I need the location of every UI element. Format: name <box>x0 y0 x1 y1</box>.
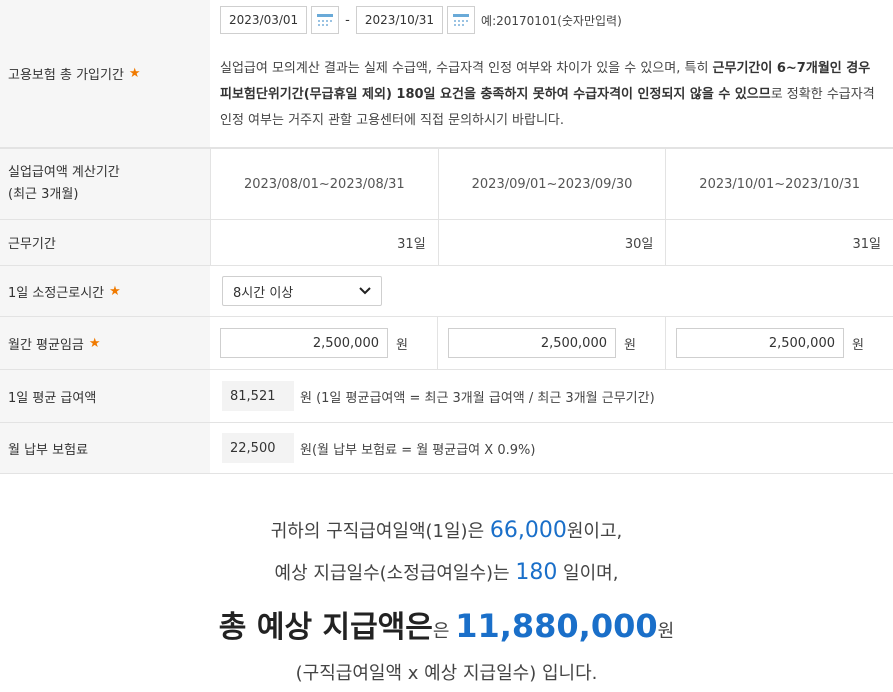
calc-period-row: 실업급여액 계산기간 (최근 3개월) 2023/08/01~2023/08/3… <box>0 148 893 220</box>
daily-benefit-amount: 66,000 <box>489 518 567 543</box>
daily-hours-content: 8시간 이상 <box>210 266 893 316</box>
monthly-premium-label: 월 납부 보험료 <box>0 423 210 473</box>
wage-cell: 2,500,000 원 <box>437 317 665 369</box>
result-line1-pre: 귀하의 구직급여일액(1일)은 <box>270 521 490 542</box>
daily-hours-selected: 8시간 이상 <box>233 285 294 301</box>
date-separator: - <box>345 12 350 28</box>
daily-avg-row: 1일 평균 급여액 81,521 원 (1일 평균급여액 = 최근 3개월 급여… <box>0 370 893 423</box>
required-mark: ★ <box>109 283 121 299</box>
monthly-wage-row: 월간 평균임금 ★ 2,500,000 원 2,500,000 원 2,500,… <box>0 317 893 370</box>
required-mark: ★ <box>128 66 141 81</box>
daily-avg-content: 81,521 원 (1일 평균급여액 = 최근 3개월 급여액 / 최근 3개월… <box>210 370 893 422</box>
calendar-icon[interactable] <box>311 6 340 34</box>
wage-cell: 2,500,000 원 <box>210 317 437 369</box>
period-cell: 2023/09/01~2023/09/30 <box>437 149 666 219</box>
daily-hours-label: 1일 소정근로시간 ★ <box>0 266 210 316</box>
wage-unit: 원 <box>624 337 636 353</box>
wage-input[interactable]: 2,500,000 <box>676 328 844 358</box>
result-summary: 귀하의 구직급여일액(1일)은 66,000원이고, 예상 지급일수(소정급여일… <box>0 474 893 692</box>
work-days-cell: 31일 <box>210 220 438 265</box>
result-line2-pre: 예상 지급일수(소정급여일수)는 <box>274 563 516 584</box>
wage-input[interactable]: 2,500,000 <box>220 328 388 358</box>
notice-text: 실업급여 모의계산 결과는 실제 수급액, 수급자격 인정 여부와 차이가 있을… <box>220 56 880 134</box>
result-line3: 총 예상 지급액은은 11,880,000원 <box>0 598 893 654</box>
payment-days: 180 <box>515 560 558 585</box>
result-line2-post: 일이며, <box>557 563 619 584</box>
work-days-cell: 31일 <box>665 220 893 265</box>
wage-input[interactable]: 2,500,000 <box>448 328 616 358</box>
work-days-cell: 30일 <box>437 220 666 265</box>
end-date-input[interactable]: 2023/10/31 <box>355 6 444 34</box>
calendar-icon[interactable] <box>447 6 476 34</box>
notice-part1: 실업급여 모의계산 결과는 실제 수급액, 수급자격 인정 여부와 차이가 있을… <box>220 61 713 76</box>
start-date-input[interactable]: 2023/03/01 <box>220 6 308 34</box>
insurance-period-content: 2023/03/01 - 2023/10/31 예:20170101(숫자만입력… <box>210 0 893 147</box>
wage-unit: 원 <box>396 337 408 353</box>
result-line2: 예상 지급일수(소정급여일수)는 180 일이며, <box>0 554 893 592</box>
daily-avg-label: 1일 평균 급여액 <box>0 370 210 422</box>
wage-cell: 2,500,000 원 <box>665 317 893 369</box>
result-line1: 귀하의 구직급여일액(1일)은 66,000원이고, <box>0 512 893 550</box>
date-example: 예:20170101(숫자만입력) <box>481 13 622 28</box>
period-cell: 2023/10/01~2023/10/31 <box>665 149 893 219</box>
work-days-row: 근무기간 31일 30일 31일 <box>0 220 893 266</box>
monthly-wage-label: 월간 평균임금 ★ <box>0 317 210 369</box>
calc-period-label: 실업급여액 계산기간 (최근 3개월) <box>0 149 210 219</box>
total-particle: 은 <box>432 621 456 642</box>
result-line1-post: 원이고, <box>566 521 623 542</box>
daily-avg-value: 81,521 <box>222 381 294 411</box>
insurance-period-row: 고용보험 총 가입기간 ★ 2023/03/01 - 2023/10/31 예:… <box>0 0 893 148</box>
monthly-premium-value: 22,500 <box>222 433 294 463</box>
daily-avg-desc: 원 (1일 평균급여액 = 최근 3개월 급여액 / 최근 3개월 근무기간) <box>300 390 655 406</box>
period-cell: 2023/08/01~2023/08/31 <box>210 149 438 219</box>
daily-hours-select[interactable]: 8시간 이상 <box>222 276 382 306</box>
date-range: 2023/03/01 - 2023/10/31 예:20170101(숫자만입력… <box>220 6 893 34</box>
daily-hours-row: 1일 소정근로시간 ★ 8시간 이상 <box>0 266 893 317</box>
monthly-wage-label-text: 월간 평균임금 <box>8 337 84 353</box>
daily-hours-label-text: 1일 소정근로시간 <box>8 285 105 301</box>
required-mark: ★ <box>88 335 101 351</box>
calc-period-label-line2: (최근 3개월) <box>8 187 79 202</box>
total-amount: 11,880,000 <box>455 607 658 645</box>
monthly-premium-desc: 원(월 납부 보험료 = 월 평균급여 X 0.9%) <box>300 442 536 458</box>
monthly-premium-row: 월 납부 보험료 22,500 원(월 납부 보험료 = 월 평균급여 X 0.… <box>0 423 893 474</box>
monthly-premium-content: 22,500 원(월 납부 보험료 = 월 평균급여 X 0.9%) <box>210 423 893 473</box>
total-label: 총 예상 지급액은 <box>218 610 433 645</box>
calc-period-label-line1: 실업급여액 계산기간 <box>8 165 120 180</box>
insurance-period-label-text: 고용보험 총 가입기간 <box>8 68 124 83</box>
chevron-down-icon <box>359 287 371 295</box>
result-line4: (구직급여일액 x 예상 지급일수) 입니다. <box>295 663 598 684</box>
work-days-label: 근무기간 <box>0 220 210 265</box>
total-unit: 원 <box>657 621 675 642</box>
wage-unit: 원 <box>852 337 864 353</box>
insurance-period-label: 고용보험 총 가입기간 ★ <box>0 0 210 147</box>
